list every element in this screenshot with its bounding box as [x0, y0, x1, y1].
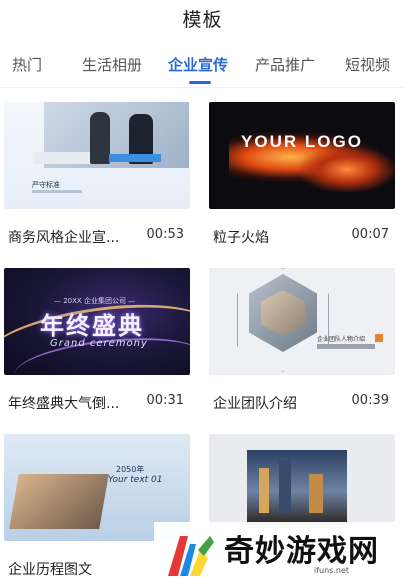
tab-product-promo[interactable]: 产品推广	[255, 54, 315, 75]
category-tabs: 热门 生活相册 企业宣传 产品推广 短视频	[0, 40, 405, 88]
tab-corporate-promo[interactable]: 企业宣传	[168, 54, 228, 75]
template-card-particle-fire[interactable]: YOUR LOGO 粒子火焰 00:07	[209, 102, 395, 246]
template-name: 企业历程图文	[8, 562, 92, 578]
thumbnail-caption: 年终盛典	[40, 312, 144, 340]
template-thumbnail: YOUR LOGO	[209, 102, 395, 209]
watermark-text: 奇妙游戏网	[224, 534, 379, 569]
thumbnail-caption: 严守标准	[32, 181, 60, 189]
template-card-year-end-gala[interactable]: — 20XX 企业集团公司 — 年终盛典 Grand ceremony 年终盛典…	[4, 268, 190, 412]
template-thumbnail: 企业团队人物介绍	[209, 268, 395, 375]
template-duration: 00:07	[351, 227, 389, 242]
template-duration: 00:31	[146, 393, 184, 408]
page-title: 模板	[182, 9, 223, 31]
thumbnail-caption: Your text 01	[108, 475, 163, 485]
template-duration: 00:39	[351, 393, 389, 408]
template-name: 企业团队介绍	[213, 396, 297, 412]
template-card-business[interactable]: 严守标准 商务风格企业宣... 00:53	[4, 102, 190, 246]
tab-life-album[interactable]: 生活相册	[82, 54, 142, 75]
thumbnail-top-caption: — 20XX 企业集团公司 —	[54, 297, 136, 305]
thumbnail-caption: YOUR LOGO	[241, 132, 363, 151]
thumbnail-subcaption: Grand ceremony	[50, 338, 148, 349]
tab-hot[interactable]: 热门	[12, 54, 42, 75]
title-bar: 模板	[0, 0, 405, 38]
tab-short-video[interactable]: 短视频	[345, 54, 390, 75]
watermark-logo-icon	[168, 536, 214, 576]
template-thumbnail: 严守标准	[4, 102, 190, 209]
active-tab-indicator	[189, 81, 211, 84]
template-duration: 00:53	[146, 227, 184, 242]
template-name: 商务风格企业宣...	[8, 230, 120, 246]
template-name: 年终盛典大气倒...	[8, 396, 120, 412]
template-card-team-intro[interactable]: 企业团队人物介绍 企业团队介绍 00:39	[209, 268, 395, 412]
thumbnail-year: 2050年	[116, 465, 145, 474]
template-name: 粒子火焰	[213, 230, 269, 246]
thumbnail-caption: 企业团队人物介绍	[317, 336, 366, 343]
watermark-url: ifuns.net	[314, 566, 350, 575]
site-watermark: 奇妙游戏网 ifuns.net	[154, 522, 405, 585]
template-thumbnail: — 20XX 企业集团公司 — 年终盛典 Grand ceremony	[4, 268, 190, 375]
